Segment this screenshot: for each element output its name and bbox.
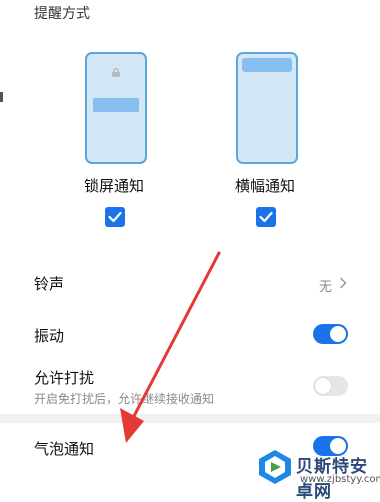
allow-dnd-toggle[interactable]	[313, 376, 348, 396]
ringtone-value: 无	[319, 280, 333, 295]
lockscreen-label: 锁屏通知	[84, 177, 145, 195]
vibration-label: 振动	[34, 327, 65, 345]
allow-dnd-label: 允许打扰	[34, 369, 95, 387]
toggle-knob	[330, 326, 346, 342]
chevron-right-icon	[339, 277, 347, 289]
banner-notification-card	[242, 58, 292, 72]
watermark-url: www.zjbstyy.com	[300, 474, 380, 485]
check-icon	[259, 211, 273, 223]
lock-icon	[112, 68, 120, 77]
allow-dnd-description: 开启免打扰后，允许继续接收通知	[34, 392, 215, 406]
edge-marker	[0, 92, 3, 102]
banner-preview[interactable]	[236, 52, 298, 164]
vibration-toggle[interactable]	[313, 324, 348, 344]
banner-label: 横幅通知	[235, 177, 296, 195]
watermark-logo-icon	[259, 450, 291, 484]
section-divider	[0, 414, 380, 423]
toggle-knob	[315, 378, 331, 394]
lockscreen-checkbox[interactable]	[105, 207, 125, 227]
banner-checkbox[interactable]	[256, 207, 276, 227]
ringtone-label: 铃声	[34, 275, 65, 293]
lockscreen-notification-card	[93, 98, 139, 112]
lockscreen-preview[interactable]	[85, 52, 147, 164]
check-icon	[108, 211, 122, 223]
section-title: 提醒方式	[34, 6, 90, 22]
bubble-label: 气泡通知	[34, 440, 95, 458]
